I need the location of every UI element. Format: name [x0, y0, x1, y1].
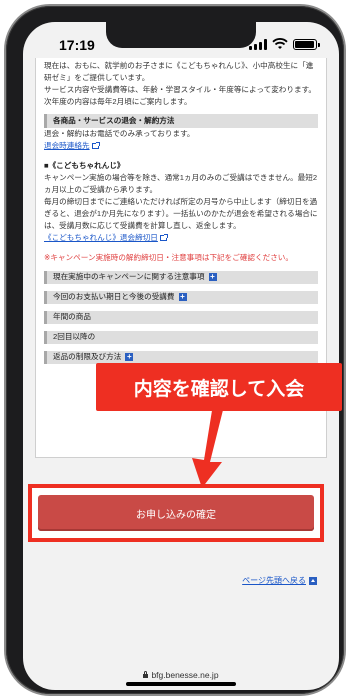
cancel-link-row: 退会時連絡先	[44, 140, 318, 152]
arrow-annotation-icon	[192, 398, 226, 488]
screen: 17:19 現在は、おもに、就学前のお子さまに《こどもちゃれんじ》、小中高校生に…	[23, 22, 339, 690]
lock-icon	[143, 670, 149, 678]
plus-icon: +	[178, 292, 187, 302]
kodomo-text-1: キャンペーン実施の場合等を除き、通常1ヵ月のみのご受講はできません。最短2ヵ月以…	[44, 172, 318, 194]
expand-label: 返品の制限及び方法	[53, 352, 122, 362]
kodomo-text-2: 毎月の締切日までにご連絡いただければ所定の月号から中止します（締切日を過ぎると、…	[44, 196, 318, 230]
status-time: 17:19	[59, 37, 95, 53]
intro-text-1: 現在は、おもに、就学前のお子さまに《こどもちゃれんじ》、小中高校生に「進研ゼミ」…	[44, 61, 314, 82]
expand-payment[interactable]: 今回のお支払い期日と今後の受講費 +	[44, 290, 318, 304]
kodomo-deadline-link[interactable]: 《こどもちゃれんじ》退会締切日	[44, 233, 158, 242]
expand-campaign-notes[interactable]: 現在実施中のキャンペーンに関する注意事項 +	[44, 270, 318, 284]
wifi-icon	[272, 38, 288, 49]
expand-second-onward[interactable]: 2回目以降の	[44, 330, 318, 344]
campaign-note: ※キャンペーン実施時の解約締切日・注意事項は下記をご確認ください。	[44, 252, 293, 262]
kodomo-link-row: 《こどもちゃれんじ》退会締切日	[44, 232, 318, 244]
arrow-up-icon	[309, 576, 317, 585]
home-indicator[interactable]	[126, 682, 236, 686]
url-bar[interactable]: bfg.benesse.ne.jp	[23, 670, 339, 680]
expand-annual-products[interactable]: 年間の商品	[44, 310, 318, 324]
annotation-callout: 内容を確認して入会	[96, 363, 342, 411]
phone-frame: 17:19 現在は、おもに、就学前のお子さまに《こどもちゃれんじ》、小中高校生に…	[6, 6, 344, 694]
page-top-row: ページ先頭へ戻る	[242, 575, 317, 586]
expand-label: 年間の商品	[53, 312, 91, 322]
kodomo-title: ■《こどもちゃれんじ》	[44, 160, 125, 170]
confirm-highlight-box: お申し込みの確定	[28, 484, 324, 542]
external-link-icon	[91, 141, 100, 149]
expand-label: 2回目以降の	[53, 332, 96, 342]
external-link-icon	[159, 233, 168, 241]
expand-label: 今回のお支払い期日と今後の受講費	[53, 292, 175, 302]
page-top-link[interactable]: ページ先頭へ戻る	[242, 575, 306, 586]
battery-icon	[293, 38, 320, 50]
expand-label: 現在実施中のキャンペーンに関する注意事項	[53, 272, 205, 282]
expand-returns[interactable]: 返品の制限及び方法 +	[44, 350, 318, 364]
status-icons	[249, 38, 320, 50]
confirm-application-button[interactable]: お申し込みの確定	[38, 495, 314, 531]
cancel-heading: 各商品・サービスの退会・解約方法	[44, 113, 318, 128]
url-text: bfg.benesse.ne.jp	[151, 670, 219, 680]
plus-icon: +	[208, 272, 217, 282]
cancel-text: 退会・解約はお電話でのみ承っております。	[44, 128, 195, 138]
plus-icon: +	[125, 352, 134, 362]
notch	[106, 22, 256, 48]
cancel-contact-link[interactable]: 退会時連絡先	[44, 141, 90, 150]
intro-text-2: サービス内容や受講費等は、年齢・学習スタイル・年度等によって変わります。次年度の…	[44, 84, 317, 106]
